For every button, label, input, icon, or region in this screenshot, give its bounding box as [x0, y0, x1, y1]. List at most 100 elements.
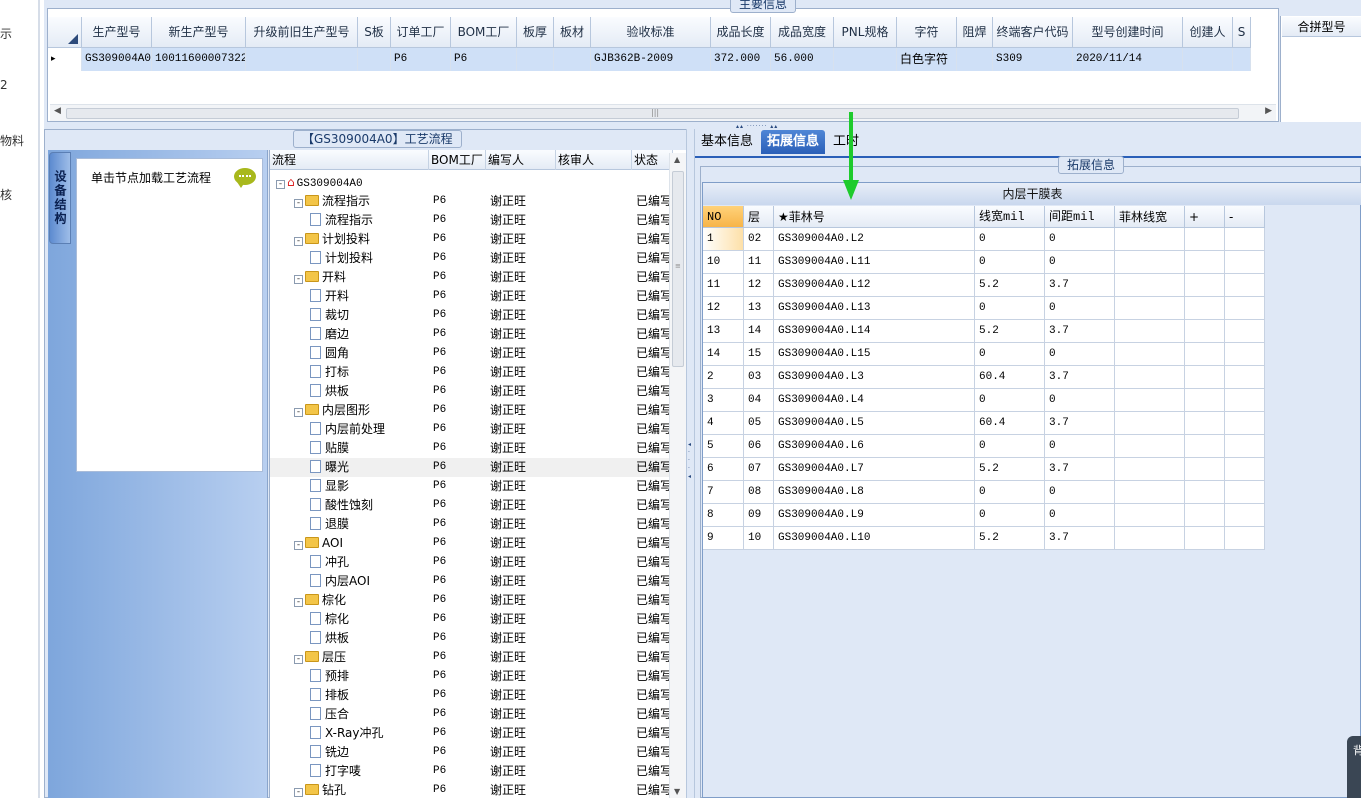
film-cell[interactable]: 3.7 [1045, 458, 1115, 481]
tree-node[interactable]: 烘板 [270, 382, 429, 401]
tree-row[interactable]: 烘板 P6 谢正旺 已编写 [270, 382, 673, 401]
film-cell[interactable] [1115, 251, 1185, 274]
horizontal-scrollbar[interactable]: ◀ ||| ▶ [50, 104, 1276, 121]
film-cell[interactable] [1225, 320, 1265, 343]
film-cell[interactable] [1225, 251, 1265, 274]
film-cell[interactable]: GS309004A0.L9 [774, 504, 975, 527]
film-cell[interactable] [1185, 366, 1225, 389]
nav-item[interactable]: 核 [0, 186, 12, 203]
film-row[interactable]: 9 10 GS309004A0.L10 5.2 3.7 [703, 527, 1265, 550]
grid-cell[interactable]: S309 [993, 48, 1073, 71]
film-cell[interactable] [1185, 458, 1225, 481]
grid-cell[interactable]: GS309004A0 [82, 48, 152, 71]
scroll-left-icon[interactable]: ◀ [54, 106, 61, 116]
grid-cell[interactable] [358, 48, 391, 71]
film-cell[interactable]: 06 [744, 435, 774, 458]
film-row[interactable]: 11 12 GS309004A0.L12 5.2 3.7 [703, 274, 1265, 297]
tab-extended-info[interactable]: 拓展信息 [761, 130, 826, 154]
scroll-thumb[interactable]: ≡ [672, 171, 684, 367]
film-cell[interactable] [1225, 527, 1265, 550]
film-cell[interactable]: 5.2 [975, 320, 1045, 343]
film-cell[interactable]: 0 [975, 228, 1045, 251]
tree-row[interactable]: 曝光 P6 谢正旺 已编写 [270, 458, 673, 477]
grid-cell[interactable]: 10011600007322 [152, 48, 246, 71]
film-row[interactable]: 14 15 GS309004A0.L15 0 0 [703, 343, 1265, 366]
film-cell[interactable]: 12 [744, 274, 774, 297]
tree-row[interactable]: 流程指示 P6 谢正旺 已编写 [270, 211, 673, 230]
tab-basic-info[interactable]: 基本信息 [695, 130, 759, 154]
tree-row[interactable]: 磨边 P6 谢正旺 已编写 [270, 325, 673, 344]
film-cell[interactable]: 3.7 [1045, 527, 1115, 550]
film-cell[interactable]: 03 [744, 366, 774, 389]
grid-cell[interactable]: P6 [391, 48, 451, 71]
film-cell[interactable]: GS309004A0.L6 [774, 435, 975, 458]
film-cell[interactable]: 60.4 [975, 366, 1045, 389]
film-cell[interactable] [1185, 412, 1225, 435]
film-column-header[interactable]: 菲林线宽 [1115, 206, 1185, 228]
film-cell[interactable] [1225, 228, 1265, 251]
tree-row[interactable]: - 棕化 P6 谢正旺 已编写 [270, 591, 673, 610]
column-header[interactable]: 阻焊 [957, 17, 993, 48]
film-cell[interactable] [1185, 435, 1225, 458]
tree-row[interactable]: - 流程指示 P6 谢正旺 已编写 [270, 192, 673, 211]
film-cell[interactable]: 14 [744, 320, 774, 343]
film-cell[interactable]: 10 [744, 527, 774, 550]
tree-column-header[interactable]: BOM工厂 [429, 150, 486, 170]
tree-row[interactable]: 圆角 P6 谢正旺 已编写 [270, 344, 673, 363]
film-cell[interactable]: 5.2 [975, 527, 1045, 550]
tree-node[interactable]: - 内层图形 [270, 401, 429, 420]
film-cell[interactable]: 0 [1045, 228, 1115, 251]
collapse-icon[interactable]: - [294, 788, 303, 797]
column-header[interactable]: 板材 [554, 17, 591, 48]
film-cell[interactable]: 7 [703, 481, 744, 504]
tree-row[interactable]: - 钻孔 P6 谢正旺 已编写 [270, 781, 673, 800]
film-cell[interactable] [1185, 527, 1225, 550]
tree-node[interactable]: 流程指示 [270, 211, 429, 230]
tree-column-header[interactable]: 状态 [632, 150, 673, 170]
tree-node[interactable]: 排板 [270, 686, 429, 705]
tree-column-header[interactable]: 核审人 [556, 150, 632, 170]
column-header[interactable]: 创建人 [1183, 17, 1233, 48]
nav-item[interactable]: 示 [0, 25, 12, 42]
film-cell[interactable] [1115, 527, 1185, 550]
film-cell[interactable]: GS309004A0.L10 [774, 527, 975, 550]
scroll-thumb[interactable]: ||| [66, 108, 1239, 119]
film-cell[interactable] [1115, 274, 1185, 297]
film-cell[interactable]: 15 [744, 343, 774, 366]
tree-row[interactable]: 冲孔 P6 谢正旺 已编写 [270, 553, 673, 572]
film-cell[interactable]: 14 [703, 343, 744, 366]
film-cell[interactable]: 04 [744, 389, 774, 412]
film-cell[interactable]: GS309004A0.L4 [774, 389, 975, 412]
film-cell[interactable] [1185, 251, 1225, 274]
film-cell[interactable]: 11 [744, 251, 774, 274]
column-header[interactable]: 生产型号 [82, 17, 152, 48]
tree-node[interactable]: 打标 [270, 363, 429, 382]
tree-row[interactable]: 酸性蚀刻 P6 谢正旺 已编写 [270, 496, 673, 515]
column-header[interactable]: 新生产型号 [152, 17, 246, 48]
tree-node[interactable]: 圆角 [270, 344, 429, 363]
column-header[interactable]: 字符 [897, 17, 957, 48]
grid-cell[interactable]: 白色字符 [897, 48, 957, 71]
collapse-icon[interactable]: - [294, 199, 303, 208]
film-cell[interactable] [1225, 412, 1265, 435]
tree-row[interactable]: 内层前处理 P6 谢正旺 已编写 [270, 420, 673, 439]
film-cell[interactable]: 10 [703, 251, 744, 274]
tree-row[interactable]: - 层压 P6 谢正旺 已编写 [270, 648, 673, 667]
film-cell[interactable]: 08 [744, 481, 774, 504]
collapse-icon[interactable]: - [294, 408, 303, 417]
tree-row[interactable]: 显影 P6 谢正旺 已编写 [270, 477, 673, 496]
column-header[interactable]: 成品长度 [711, 17, 771, 48]
vertical-scrollbar[interactable]: ▲ ≡ ▼ [669, 153, 686, 798]
tree-node[interactable]: 酸性蚀刻 [270, 496, 429, 515]
film-cell[interactable]: 4 [703, 412, 744, 435]
nav-item[interactable]: 2 [0, 78, 8, 92]
tree-node[interactable]: 显影 [270, 477, 429, 496]
film-cell[interactable] [1185, 481, 1225, 504]
column-header[interactable]: S [1233, 17, 1251, 48]
tree-node[interactable]: 预排 [270, 667, 429, 686]
tree-row[interactable]: 贴膜 P6 谢正旺 已编写 [270, 439, 673, 458]
grid-cell[interactable]: 2020/11/14 [1073, 48, 1183, 71]
tree-node[interactable]: - 流程指示 [270, 192, 429, 211]
film-cell[interactable] [1225, 458, 1265, 481]
grid-cell[interactable] [246, 48, 358, 71]
